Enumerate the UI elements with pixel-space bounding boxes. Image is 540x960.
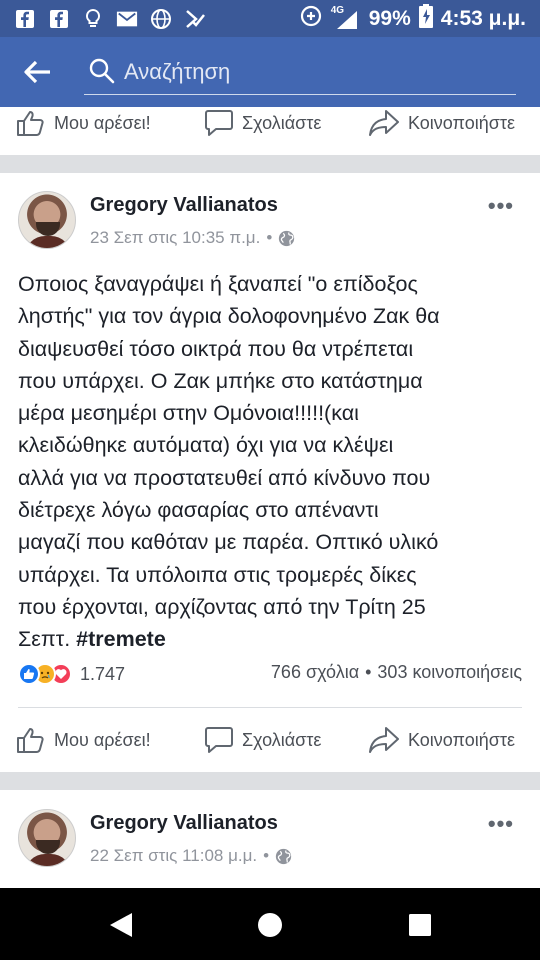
recents-square-icon[interactable]	[405, 910, 435, 940]
back-triangle-icon[interactable]	[106, 910, 136, 940]
comment-icon	[205, 110, 233, 136]
search-icon	[89, 58, 115, 84]
facebook-icon	[14, 8, 36, 30]
post-text-line: μέρα μεσημέρι στην Ομόνοια!!!!!(και	[18, 401, 359, 426]
post-text-line: διέτρεχε λόγω φασαρίας στο απέναντι	[18, 498, 379, 523]
thumbs-up-icon	[17, 728, 44, 753]
globe-icon	[150, 8, 172, 30]
like-label: Μου αρέσει!	[54, 112, 151, 133]
post-text-line: μαγαζί που καθόταν με παρέα. Οπτικό υλικ…	[18, 530, 439, 555]
post-timestamp[interactable]: 22 Σεπ στις 11:08 μ.μ.	[90, 846, 257, 866]
post-timestamp[interactable]: 23 Σεπ στις 10:35 π.μ.	[90, 228, 260, 248]
share-label: Κοινοποιήστε	[408, 729, 515, 750]
post-text-line: αλλά για να προστατευθεί από κίνδυνο που	[18, 465, 431, 490]
thumbs-up-icon	[17, 111, 44, 136]
check-icon	[184, 8, 206, 30]
previous-post-actions: Μου αρέσει! Σχολιάστε Κοινοποιήστε	[0, 101, 540, 145]
share-label: Κοινοποιήστε	[408, 112, 515, 133]
post-text-line: Σεπτ. #tremete	[18, 623, 528, 655]
post-separator	[0, 155, 540, 173]
reaction-count: 1.747	[80, 663, 126, 684]
facebook-icon	[48, 8, 70, 30]
post-text-line: που υπάρχει. Ο Ζακ μπήκε στο κατάστημα	[18, 368, 423, 393]
avatar[interactable]	[18, 809, 76, 867]
clock: 4:53 μ.μ.	[440, 6, 526, 30]
hashtag-link[interactable]: #tremete	[76, 627, 166, 651]
post-author[interactable]: Gregory Vallianatos	[90, 194, 278, 217]
share-icon	[369, 110, 399, 136]
meta-separator: •	[266, 228, 273, 247]
post-meta: 22 Σεπ στις 11:08 μ.μ. •	[90, 846, 292, 866]
reactions-summary[interactable]: 1.747	[18, 660, 125, 688]
comment-count[interactable]: 766 σχόλια	[271, 662, 359, 683]
search-input[interactable]	[124, 55, 504, 89]
globe-icon	[279, 230, 295, 246]
more-options-icon[interactable]: •••	[488, 193, 514, 219]
back-arrow-icon	[24, 60, 50, 84]
post-actions: Μου αρέσει! Σχολιάστε Κοινοποιήστε	[0, 718, 540, 762]
post-text-line: Οποιος ξαναγράψει ή ξαναπεί "ο επίδοξος	[18, 272, 418, 296]
mail-icon	[116, 8, 138, 30]
share-count[interactable]: 303 κοινοποιήσεις	[377, 662, 522, 683]
avatar[interactable]	[18, 191, 76, 249]
stats-separator: •	[365, 662, 372, 682]
battery-percent: 99%	[368, 6, 411, 30]
post-author[interactable]: Gregory Vallianatos	[90, 812, 278, 835]
signal-icon: 4G	[331, 5, 361, 31]
comment-button[interactable]: Σχολιάστε	[204, 109, 321, 137]
globe-icon	[275, 848, 292, 864]
search-header	[0, 37, 540, 107]
post-text: Οποιος ξαναγράψει ή ξαναπεί "ο επίδοξος …	[18, 268, 528, 656]
battery-charging-icon	[418, 3, 433, 34]
post-text-line: κλειδώθηκε αυτόματα) όχι για να κλέψει	[18, 433, 394, 458]
comment-label: Σχολιάστε	[242, 729, 322, 750]
comment-button[interactable]: Σχολιάστε	[204, 726, 321, 754]
post-text-line: διαψευσθεί τόσο οικτρά που θα ντρέπεται	[18, 336, 414, 361]
back-button[interactable]	[20, 54, 56, 90]
navigation-bar	[0, 888, 540, 960]
like-button[interactable]: Μου αρέσει!	[16, 726, 151, 754]
status-bar: 4G 99% 4:53 μ.μ.	[0, 0, 540, 37]
post-stats: 766 σχόλια • 303 κοινοποιήσεις	[271, 662, 522, 683]
share-button[interactable]: Κοινοποιήστε	[368, 109, 515, 137]
share-icon	[369, 727, 399, 753]
post-separator	[0, 772, 540, 790]
home-circle-icon[interactable]	[255, 910, 285, 940]
post-text-prefix: Σεπτ.	[18, 627, 77, 652]
post-text-line: υπάρχει. Τα υπόλοιπα στις τρομερές δίκες	[18, 562, 417, 587]
lightbulb-icon	[82, 8, 104, 30]
divider	[18, 707, 522, 708]
meta-separator: •	[263, 846, 270, 865]
search-field[interactable]	[84, 51, 516, 95]
comment-label: Σχολιάστε	[242, 112, 322, 133]
post-text-line: που έρχονται, αρχίζοντας από την Τρίτη 2…	[18, 594, 426, 619]
share-button[interactable]: Κοινοποιήστε	[368, 726, 515, 754]
more-options-icon[interactable]: •••	[488, 811, 514, 837]
data-saver-icon	[299, 4, 323, 34]
post-text-line: ληστής" για τον άγρια δολοφονημένο Ζακ θ…	[18, 304, 440, 329]
like-reaction-icon	[18, 663, 40, 685]
comment-icon	[205, 727, 233, 753]
post-meta: 23 Σεπ στις 10:35 π.μ. •	[90, 228, 295, 248]
like-button[interactable]: Μου αρέσει!	[16, 109, 151, 137]
like-label: Μου αρέσει!	[54, 729, 151, 750]
